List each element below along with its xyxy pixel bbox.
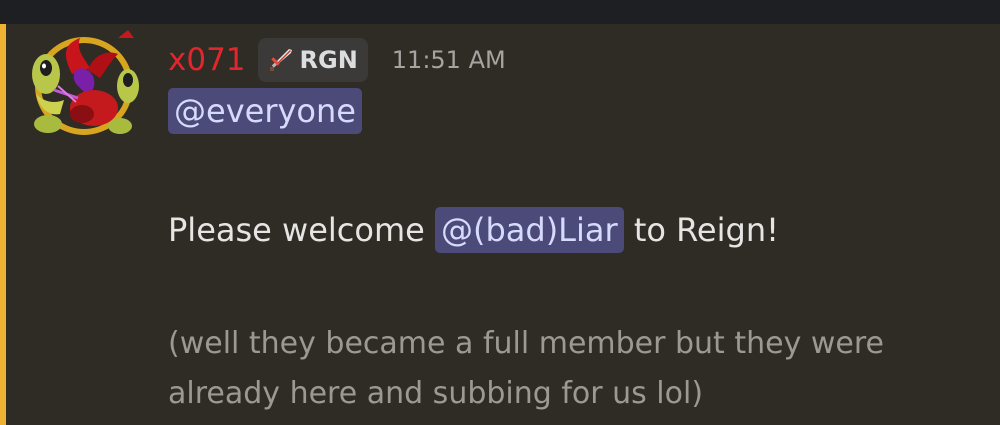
clan-tag-label: RGN [299, 46, 358, 74]
message-line-mention: @everyone [168, 88, 362, 134]
timestamp[interactable]: 11:51 AM [392, 46, 506, 74]
welcome-text-before: Please welcome [168, 211, 435, 249]
chat-message: x071 RGN 11:51 AM @everyone Please welco… [6, 24, 1000, 425]
message-header: x071 RGN 11:51 AM [168, 38, 506, 82]
top-bar [0, 0, 1000, 24]
sword-icon [269, 49, 292, 71]
user-mention[interactable]: @(bad)Liar [434, 207, 624, 253]
avatar[interactable] [24, 24, 142, 142]
message-line-welcome: Please welcome @(bad)Liar to Reign! [168, 207, 779, 253]
everyone-mention[interactable]: @everyone [168, 88, 362, 134]
message-note-line1: (well they became a full member but they… [168, 326, 885, 361]
author-name[interactable]: x071 [168, 40, 246, 80]
welcome-text-after: to Reign! [623, 211, 779, 249]
clan-tag[interactable]: RGN [257, 38, 368, 82]
message-note-line2: already here and subbing for us lol) [168, 376, 704, 411]
